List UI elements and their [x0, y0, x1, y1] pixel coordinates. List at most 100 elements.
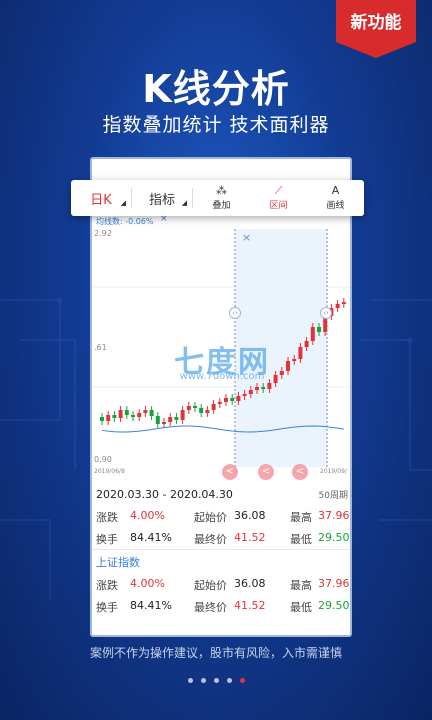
page-dot[interactable]: [226, 678, 232, 683]
candle-body: [112, 415, 117, 418]
page-dot[interactable]: [213, 678, 219, 683]
candle-body: [230, 398, 235, 401]
candle-body: [199, 408, 204, 413]
candle-body: [118, 410, 123, 418]
watermark-url: www.7down.com: [179, 371, 265, 382]
chart-toolbar: 日K ◢ 指标 ◢ ⁂ 叠加 ⟋ 区间 A 画线: [71, 180, 364, 216]
candle-body: [155, 416, 160, 424]
candle-body: [162, 422, 166, 424]
range-nav-button-3[interactable]: <: [292, 464, 308, 480]
start-label: 起始价: [194, 579, 227, 592]
tab-indicator-label: 指标: [148, 192, 175, 208]
overlay-icon: ⁂: [216, 184, 227, 197]
turnover-label: 换手: [96, 533, 118, 546]
draw-line-icon: A: [331, 184, 340, 197]
stats-row: 换手 84.41% 最终价 41.52 最低 29.50: [92, 595, 350, 617]
candle-body: [193, 406, 197, 408]
period-row: 2020.03.30 - 2020.04.30 50周期: [92, 485, 350, 505]
candle-body: [267, 383, 272, 389]
end-label: 最终价: [194, 601, 227, 614]
range-button[interactable]: ⟋ 区间: [250, 180, 307, 216]
stats-divider: [92, 549, 350, 550]
candle-body: [261, 387, 266, 389]
candle-body: [217, 402, 222, 404]
low-value: 29.50: [318, 599, 350, 612]
period-count: 50周期: [318, 491, 348, 501]
ma-label: 均线数: -0.06%: [96, 217, 154, 226]
range-left-handle[interactable]: ‹›: [229, 307, 241, 319]
x-axis-label-start: 2019/06/8: [94, 468, 125, 475]
end-value: 41.52: [234, 599, 266, 612]
start-value: 36.08: [234, 509, 266, 522]
turnover-label: 换手: [96, 601, 118, 614]
candle-body: [168, 417, 173, 422]
range-right-handle[interactable]: ‹›: [320, 307, 332, 319]
range-chart-icon: ⟋: [274, 184, 283, 197]
corner-triangle-icon: ◢: [120, 199, 126, 207]
stats-primary: 涨跌 4.00% 起始价 36.08 最高 37.96 换手 84.41% 最终…: [92, 505, 350, 549]
start-value: 36.08: [234, 577, 266, 590]
hero-title: K线分析: [142, 67, 290, 111]
candle-body: [186, 406, 191, 410]
candle-body: [137, 413, 142, 417]
stats-row: 换手 84.41% 最终价 41.52 最低 29.50: [92, 527, 350, 549]
y-axis-label-top: 2.92: [94, 229, 112, 238]
high-label: 最高: [290, 579, 312, 592]
x-axis-label-end: 2019/09/: [320, 468, 347, 475]
overlay-label: 叠加: [212, 201, 231, 211]
candle-body: [335, 304, 340, 308]
candle-body: [100, 417, 104, 421]
stats-row: 涨跌 4.00% 起始价 36.08 最高 37.96: [92, 573, 350, 595]
range-nav-button-1[interactable]: <: [222, 464, 238, 480]
index-name[interactable]: 上证指数: [96, 554, 140, 570]
candle-body: [131, 415, 135, 417]
candle-body: [242, 394, 247, 396]
candle-body: [205, 410, 210, 413]
tab-daily-k[interactable]: 日K ◢: [71, 180, 131, 216]
candle-body: [149, 410, 154, 416]
page-dot[interactable]: [200, 678, 206, 683]
low-label: 最低: [290, 601, 312, 614]
new-feature-label: 新功能: [350, 13, 402, 33]
page-dot-active[interactable]: [239, 678, 245, 683]
pagination-dots: [0, 678, 432, 683]
candle-body: [124, 410, 129, 415]
period-dates: 2020.03.30 - 2020.04.30: [96, 488, 233, 501]
start-label: 起始价: [194, 511, 227, 524]
tab-indicator[interactable]: 指标 ◢: [132, 180, 192, 216]
candle-body: [317, 327, 321, 332]
candle-body: [143, 410, 148, 413]
stats-index: 涨跌 4.00% 起始价 36.08 最高 37.96 换手 84.41% 最终…: [92, 573, 350, 617]
low-label: 最低: [290, 533, 312, 546]
page-dot[interactable]: [187, 678, 193, 683]
y-axis-label-mid: .61: [94, 343, 107, 352]
low-value: 29.50: [318, 531, 350, 544]
phone-screen: 均线数: -0.06% × 2.92 .61 0.90 2019/06/8 20…: [90, 157, 352, 637]
high-label: 最高: [290, 511, 312, 524]
stats-row: 涨跌 4.00% 起始价 36.08 最高 37.96: [92, 505, 350, 527]
turnover-value: 84.41%: [130, 599, 172, 612]
turnover-value: 84.41%: [130, 531, 172, 544]
high-value: 37.96: [318, 509, 350, 522]
high-value: 37.96: [318, 577, 350, 590]
corner-triangle-icon: ◢: [181, 199, 187, 207]
candle-body: [224, 398, 228, 402]
change-value: 4.00%: [130, 509, 165, 522]
candle-body: [255, 387, 259, 390]
change-value: 4.00%: [130, 577, 165, 590]
y-axis-label-bottom: 0.90: [94, 455, 112, 464]
end-label: 最终价: [194, 533, 227, 546]
range-close-icon[interactable]: ×: [242, 231, 251, 244]
candle-body: [174, 417, 179, 420]
risk-disclaimer: 案例不作为操作建议，股市有风险，入市需谨慎: [89, 646, 342, 660]
range-label: 区间: [269, 201, 288, 211]
hero-subtitle: 指数叠加统计 技术面利器: [102, 114, 330, 136]
draw-line-label: 画线: [326, 201, 345, 211]
candle-body: [180, 410, 185, 420]
range-nav-button-2[interactable]: <: [258, 464, 274, 480]
overlay-button[interactable]: ⁂ 叠加: [193, 180, 250, 216]
draw-line-button[interactable]: A 画线: [307, 180, 364, 216]
candle-body: [236, 396, 241, 401]
change-label: 涨跌: [96, 579, 118, 592]
candle-body: [248, 390, 253, 394]
